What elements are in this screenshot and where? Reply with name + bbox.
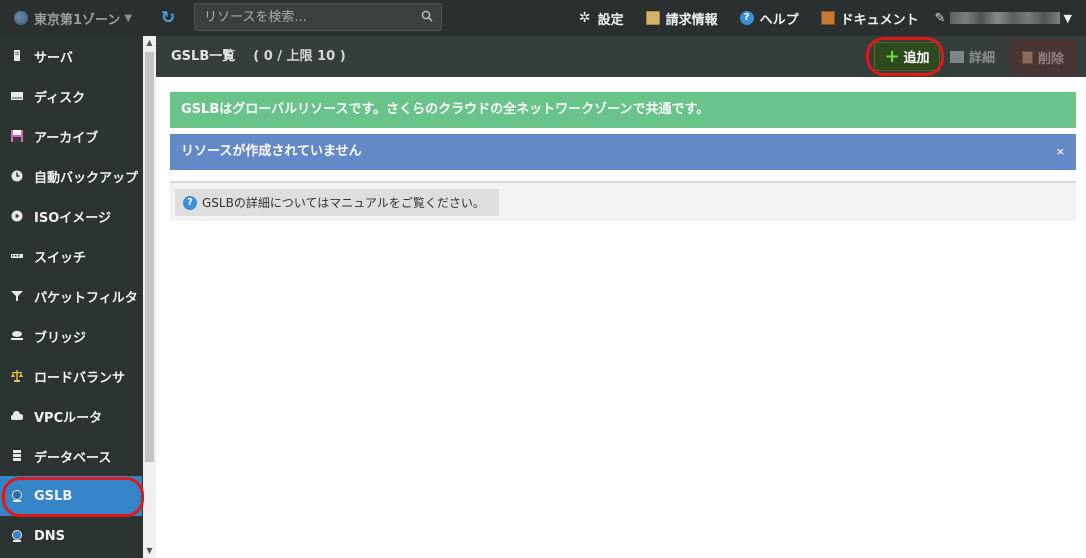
document-icon bbox=[820, 11, 835, 25]
top-nav: ✲ 設定 請求情報 ? ヘルプ ドキュメント ✎ ▼ bbox=[556, 0, 1072, 36]
docs-link[interactable]: ドキュメント bbox=[820, 9, 919, 28]
global-resource-notice-text: GSLBはグローバルリソースです。さくらのクラウドの全ネットワークゾーンで共通で… bbox=[181, 102, 710, 117]
manual-hint-text: GSLBの詳細についてはマニュアルをご覧ください。 bbox=[202, 196, 485, 210]
page-title: GSLB一覧 ( 0 / 上限 10 ) bbox=[171, 36, 346, 77]
global-resource-notice: GSLBはグローバルリソースです。さくらのクラウドの全ネットワークゾーンで共通で… bbox=[170, 92, 1076, 128]
sidebar-item-archive[interactable]: アーカイブ bbox=[0, 116, 142, 156]
user-menu[interactable]: ✎ ▼ bbox=[935, 11, 1072, 26]
detail-button-label: 詳細 bbox=[969, 51, 996, 66]
billing-link[interactable]: 請求情報 bbox=[645, 9, 718, 28]
archive-icon bbox=[11, 130, 23, 142]
sidebar-item-label: VPCルータ bbox=[34, 410, 103, 426]
search-box bbox=[194, 3, 442, 31]
delete-button-label: 削除 bbox=[1037, 51, 1064, 67]
scroll-up-arrow-icon[interactable]: ▲ bbox=[143, 36, 156, 50]
dns-icon bbox=[12, 530, 22, 542]
sidebar-item-iso-image[interactable]: ISOイメージ bbox=[0, 196, 142, 236]
sidebar-item-bridge[interactable]: ブリッジ bbox=[0, 316, 142, 356]
sidebar-item-label: データベース bbox=[34, 450, 112, 466]
gslb-icon bbox=[12, 490, 22, 502]
globe-icon bbox=[14, 11, 28, 25]
sidebar-item-server[interactable]: サーバ bbox=[0, 36, 142, 76]
plus-icon: + bbox=[884, 45, 900, 67]
gear-icon: ✲ bbox=[578, 10, 591, 26]
switch-icon bbox=[11, 254, 23, 258]
balance-icon bbox=[11, 370, 23, 382]
sidebar-item-label: ブリッジ bbox=[34, 330, 87, 346]
sidebar-item-load-balancer[interactable]: ロードバランサ bbox=[0, 356, 142, 396]
info-panel: ? GSLBの詳細についてはマニュアルをご覧ください。 bbox=[170, 181, 1076, 221]
sidebar-scrollbar[interactable]: ▲ ▼ bbox=[143, 36, 156, 558]
delete-button[interactable]: 削除 bbox=[1010, 39, 1076, 75]
top-bar: 東京第1ゾーン ▼ ↻ ✲ 設定 請求情報 ? ヘルプ ドキュメント ✎ ▼ bbox=[0, 0, 1086, 36]
disk-icon bbox=[11, 92, 23, 100]
bridge-icon bbox=[11, 331, 23, 340]
sidebar-item-label: アーカイブ bbox=[34, 130, 99, 146]
sidebar-item-switch[interactable]: スイッチ bbox=[0, 236, 142, 276]
sidebar-item-label: ディスク bbox=[34, 90, 86, 106]
sidebar-item-vpc-router[interactable]: VPCルータ bbox=[0, 396, 142, 436]
sidebar-item-label: GSLB bbox=[34, 488, 73, 504]
zone-label: 東京第1ゾーン bbox=[34, 12, 121, 28]
search-icon[interactable] bbox=[421, 10, 433, 22]
docs-label: ドキュメント bbox=[840, 12, 919, 28]
help-label: ヘルプ bbox=[759, 12, 799, 28]
cd-icon bbox=[11, 210, 23, 222]
empty-resource-alert: リソースが作成されていません × bbox=[170, 134, 1076, 170]
add-button[interactable]: + 追加 bbox=[874, 42, 940, 71]
help-icon: ? bbox=[183, 195, 197, 210]
sidebar-item-database[interactable]: データベース bbox=[0, 436, 142, 476]
scrollbar-thumb[interactable] bbox=[145, 52, 154, 462]
sidebar-item-dns[interactable]: DNS bbox=[0, 516, 142, 556]
sidebar-item-packet-filter[interactable]: パケットフィルタ bbox=[0, 276, 142, 316]
database-icon bbox=[13, 450, 21, 461]
sidebar-item-label: スイッチ bbox=[34, 250, 87, 266]
detail-button[interactable]: 詳細 bbox=[950, 42, 1002, 71]
refresh-icon[interactable]: ↻ bbox=[158, 8, 178, 28]
manual-hint: ? GSLBの詳細についてはマニュアルをご覧ください。 bbox=[175, 189, 499, 216]
sidebar-item-gslb[interactable]: GSLB bbox=[0, 476, 142, 516]
sidebar-item-label: ISOイメージ bbox=[34, 210, 111, 226]
user-name-redacted bbox=[949, 12, 1060, 24]
resource-count: ( 0 / 上限 10 ) bbox=[253, 49, 346, 64]
search-input[interactable] bbox=[195, 4, 415, 30]
empty-resource-alert-text: リソースが作成されていません bbox=[181, 144, 362, 159]
cloud-icon bbox=[11, 411, 23, 420]
settings-link[interactable]: ✲ 設定 bbox=[578, 9, 624, 28]
sidebar-item-label: ロードバランサ bbox=[34, 370, 126, 386]
sidebar-item-label: サーバ bbox=[34, 50, 73, 66]
billing-label: 請求情報 bbox=[665, 12, 718, 28]
filter-icon bbox=[11, 291, 23, 301]
sidebar-item-label: DNS bbox=[34, 528, 66, 544]
add-button-label: 追加 bbox=[903, 51, 930, 66]
page-title-text: GSLB一覧 bbox=[171, 49, 236, 64]
book-icon bbox=[950, 50, 964, 63]
settings-label: 設定 bbox=[597, 12, 624, 28]
sidebar-item-label: 自動バックアップ bbox=[34, 170, 139, 186]
sidebar: サーバ ディスク アーカイブ 自動バックアップ ISOイメージ スイッチ パケッ… bbox=[0, 36, 156, 558]
chevron-down-icon: ▼ bbox=[1063, 11, 1072, 25]
sidebar-list: サーバ ディスク アーカイブ 自動バックアップ ISOイメージ スイッチ パケッ… bbox=[0, 36, 142, 556]
sidebar-item-label: パケットフィルタ bbox=[34, 290, 138, 306]
feather-icon: ✎ bbox=[934, 10, 946, 26]
server-icon bbox=[14, 50, 20, 61]
help-icon: ? bbox=[739, 11, 754, 25]
trash-icon bbox=[1021, 50, 1033, 64]
sidebar-item-auto-backup[interactable]: 自動バックアップ bbox=[0, 156, 142, 196]
clock-icon bbox=[11, 170, 23, 182]
help-link[interactable]: ? ヘルプ bbox=[739, 9, 799, 28]
billing-icon bbox=[645, 11, 660, 25]
main-header: GSLB一覧 ( 0 / 上限 10 ) + 追加 詳細 削除 bbox=[156, 36, 1086, 77]
scroll-down-arrow-icon[interactable]: ▼ bbox=[143, 544, 156, 558]
close-icon[interactable]: × bbox=[1056, 134, 1065, 170]
sidebar-item-disk[interactable]: ディスク bbox=[0, 76, 142, 116]
chevron-down-icon: ▼ bbox=[124, 12, 133, 24]
zone-selector[interactable]: 東京第1ゾーン ▼ bbox=[14, 0, 132, 36]
